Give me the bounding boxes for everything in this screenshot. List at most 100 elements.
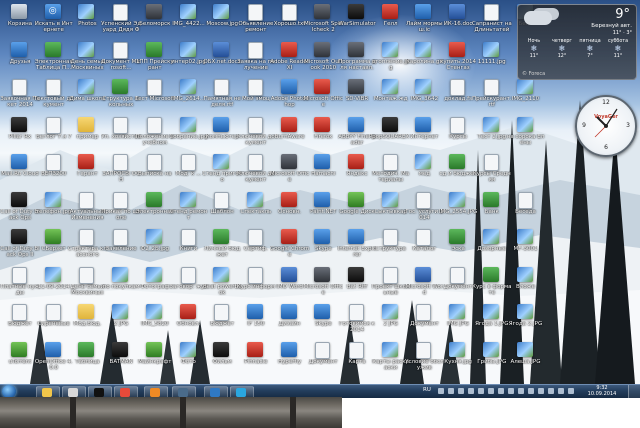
tray-icon[interactable] — [538, 388, 544, 394]
tray-icon[interactable] — [488, 388, 494, 394]
doc-icon — [247, 41, 263, 59]
desktop-icon[interactable]: Курсы Средняя — [472, 150, 512, 190]
img-icon — [145, 304, 162, 319]
bin-icon — [11, 4, 27, 19]
doc-icon — [450, 266, 466, 284]
img-icon — [516, 116, 533, 132]
img-icon — [213, 154, 230, 169]
photo-margin — [0, 397, 342, 428]
batman-icon — [94, 388, 104, 397]
img-icon — [246, 191, 263, 207]
dark-icon — [348, 4, 364, 19]
desktop-icon[interactable]: Алеша.JPG — [506, 338, 546, 378]
snow-icon: ❄ — [558, 44, 566, 53]
tray-icon[interactable] — [468, 388, 474, 394]
doc-icon — [450, 79, 466, 96]
desktop-icon-label: 11111.jpg — [477, 58, 506, 65]
taskbar: RU 9:32 10.09.2014 — [0, 384, 640, 399]
excel-icon — [44, 41, 61, 57]
dark-icon — [112, 341, 129, 357]
red-icon — [348, 154, 364, 169]
weather-gadget[interactable]: 9° Березнуй авт. 11° · 3° Ночь ❄ 11° четве… — [517, 4, 637, 80]
clock-gadget[interactable]: 12 3 6 9 VoyaGer — [575, 95, 637, 157]
doc-icon — [382, 266, 398, 284]
desktop-icon[interactable]: Ягода 2.JPG — [506, 300, 546, 340]
tray-icon[interactable] — [438, 388, 444, 394]
tray-icon[interactable] — [518, 388, 524, 394]
folder-icon — [78, 304, 95, 319]
img-icon — [44, 266, 61, 282]
img-icon — [516, 266, 533, 282]
doc-icon — [180, 229, 196, 246]
cloud-icon — [524, 11, 552, 25]
img-icon — [449, 191, 466, 207]
img-icon — [516, 79, 533, 94]
tray-icon[interactable] — [448, 388, 454, 394]
doc-icon — [12, 79, 27, 96]
weather-source[interactable]: © Foreca — [522, 71, 545, 77]
blue-icon — [314, 304, 331, 319]
desktop-icon[interactable]: Вложе — [506, 263, 546, 303]
doc-icon — [146, 154, 162, 171]
doc-icon — [416, 191, 432, 209]
doc-icon — [45, 116, 61, 134]
desktop-icon[interactable]: Беседа — [506, 188, 546, 228]
img-icon — [78, 41, 95, 57]
doc-icon — [214, 79, 230, 96]
blue-icon — [280, 304, 297, 319]
doc-icon — [247, 79, 263, 96]
img-icon — [482, 41, 499, 57]
doc-icon — [113, 191, 129, 209]
excel-icon — [482, 266, 499, 282]
red-icon — [280, 191, 297, 207]
app-icon — [314, 4, 331, 19]
language-indicator[interactable]: RU — [423, 387, 431, 393]
img-icon — [415, 41, 432, 57]
green-icon — [348, 191, 364, 207]
red-icon — [179, 304, 196, 319]
volume-icon[interactable] — [568, 388, 574, 394]
skype-icon — [236, 388, 246, 397]
word-icon — [213, 41, 230, 57]
img-icon — [179, 341, 196, 357]
desktop-icon[interactable]: MF-3001 — [506, 225, 546, 265]
tray-icon[interactable] — [508, 388, 514, 394]
tray-icon[interactable] — [498, 388, 504, 394]
tray-icon[interactable] — [548, 388, 554, 394]
img-icon — [381, 304, 398, 319]
desktop-icon-label: Беседа — [515, 208, 536, 215]
doc-icon — [416, 304, 432, 321]
desktop-icon[interactable]: 11111.jpg — [472, 38, 512, 78]
network-icon[interactable] — [558, 388, 564, 394]
show-desktop-button[interactable] — [628, 385, 640, 398]
img-icon — [449, 341, 466, 357]
doc-icon — [416, 229, 432, 246]
doc-icon — [247, 229, 263, 246]
snow-icon: ❄ — [530, 44, 538, 53]
img-icon — [516, 229, 533, 244]
desktop-icon[interactable]: на сорока Елены — [506, 113, 546, 153]
tray-icon[interactable] — [478, 388, 484, 394]
blue-icon — [314, 191, 331, 207]
doc-icon — [45, 304, 61, 321]
doc-icon — [180, 154, 196, 171]
tray-icon[interactable] — [528, 388, 534, 394]
img-icon — [112, 266, 129, 282]
desktop-icon-label: Вложе — [516, 283, 535, 290]
dark-icon — [213, 341, 230, 357]
excel-icon — [449, 229, 466, 244]
tray-icon[interactable] — [458, 388, 464, 394]
excel-icon — [145, 41, 162, 57]
img-icon — [179, 116, 196, 132]
img-icon — [179, 79, 196, 94]
img-icon — [415, 79, 432, 94]
clock-hands — [594, 108, 618, 138]
desktop-icon[interactable]: IMG_2110 — [506, 75, 546, 115]
img-icon — [78, 4, 95, 19]
forecast-day: пятница ❄ 7° — [579, 39, 601, 59]
forecast-day: четверг ❄ 12° — [550, 39, 574, 59]
red-icon — [78, 154, 95, 169]
dark-icon — [11, 116, 27, 132]
excel-icon — [449, 154, 466, 169]
tray-clock[interactable]: 9:32 10.09.2014 — [584, 385, 620, 397]
